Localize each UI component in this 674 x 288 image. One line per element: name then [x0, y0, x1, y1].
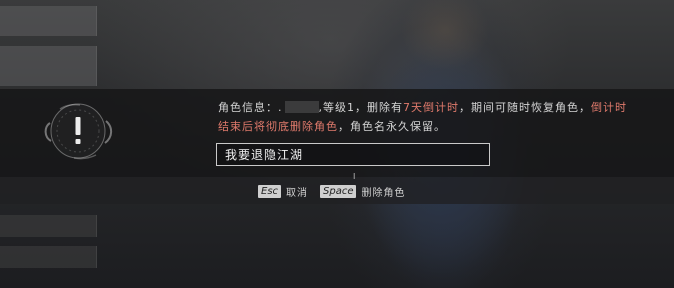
cancel-label: 取消	[286, 187, 309, 199]
delete-warning-message: 角色信息：. ,等级1，删除有7天倒计时，期间可随时恢复角色，倒计时结束后将彻底删…	[218, 98, 648, 136]
delete-character-label: 删除角色	[361, 187, 406, 199]
warning-emblem-icon	[36, 97, 120, 165]
warning-text: ，角色名永久保留。	[338, 120, 446, 133]
countdown-highlight: 7天倒计时	[403, 101, 459, 114]
cancel-hint[interactable]: Esc 取消	[258, 184, 309, 199]
character-level: ,等级1，	[318, 101, 367, 114]
countdown-highlight-3: 结束后将彻底删除角色	[218, 120, 338, 133]
warning-text: ，期间可随时恢复角色，	[459, 101, 591, 114]
redacted-character-name	[284, 101, 319, 113]
confirm-phrase-input[interactable]	[216, 143, 490, 166]
esc-key-icon: Esc	[258, 184, 282, 198]
background-menu-item	[0, 215, 97, 237]
background-menu-item	[0, 6, 97, 36]
background-menu-item	[0, 46, 97, 86]
countdown-highlight-2: 倒计时	[591, 101, 627, 114]
delete-character-hint[interactable]: Space 删除角色	[320, 184, 406, 199]
space-key-icon: Space	[320, 184, 357, 198]
warning-text: 删除有	[367, 101, 403, 114]
mouse-cursor-icon: I	[353, 172, 356, 181]
character-info-prefix: 角色信息：.	[218, 101, 283, 114]
background-menu-item	[0, 246, 97, 268]
